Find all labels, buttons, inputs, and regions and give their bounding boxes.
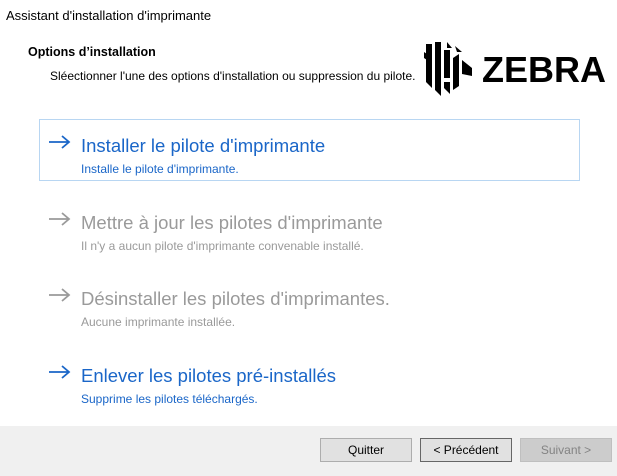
zebra-head-icon: ZEBRA	[424, 42, 606, 96]
arrow-right-icon	[49, 212, 71, 226]
quit-button[interactable]: Quitter	[320, 438, 412, 462]
option-description: Installe le pilote d'imprimante.	[81, 162, 239, 176]
section-title: Options d’installation	[28, 45, 156, 59]
arrow-right-icon	[49, 135, 71, 149]
next-button: Suivant >	[520, 438, 612, 462]
option-remove-preinstalled[interactable]: Enlever les pilotes pré-installés Suppri…	[39, 349, 580, 411]
option-uninstall-drivers: Désinstaller les pilotes d'imprimantes. …	[39, 272, 580, 334]
arrow-right-icon	[49, 365, 71, 379]
option-description: Supprime les pilotes téléchargés.	[81, 392, 258, 406]
option-update-drivers: Mettre à jour les pilotes d'imprimante I…	[39, 196, 580, 258]
footer-bar: Quitter < Précédent Suivant >	[0, 426, 617, 476]
back-button[interactable]: < Précédent	[420, 438, 512, 462]
option-label: Mettre à jour les pilotes d'imprimante	[81, 212, 383, 233]
arrow-right-icon	[49, 288, 71, 302]
option-label: Installer le pilote d'imprimante	[81, 135, 326, 156]
zebra-wordmark: ZEBRA	[482, 49, 606, 90]
zebra-logo: ZEBRA	[422, 38, 614, 100]
section-description: Sléectionner l'une des options d'install…	[50, 69, 416, 83]
window-title: Assistant d'installation d'imprimante	[6, 8, 212, 23]
option-install-driver[interactable]: Installer le pilote d'imprimante Install…	[39, 119, 580, 181]
option-description: Il n'y a aucun pilote d'imprimante conve…	[81, 239, 364, 253]
option-description: Aucune imprimante installée.	[81, 315, 236, 329]
option-label: Désinstaller les pilotes d'imprimantes.	[81, 288, 390, 309]
option-label: Enlever les pilotes pré-installés	[81, 365, 337, 386]
